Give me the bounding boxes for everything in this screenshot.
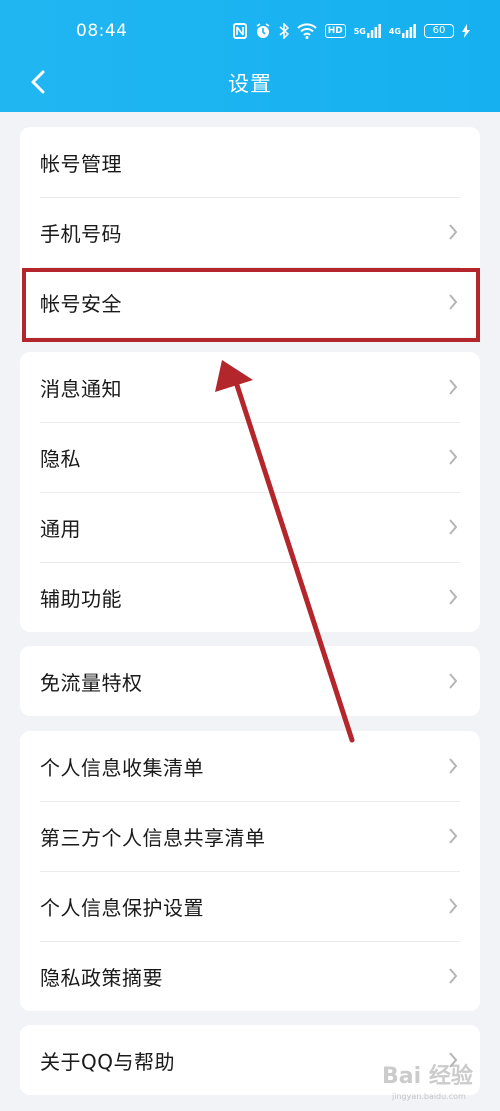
chevron-right-icon: [449, 379, 458, 395]
alarm-icon: [255, 22, 271, 40]
settings-item-label: 通用: [40, 516, 81, 541]
status-bar: 08:44 HD 5G 4G 60: [0, 16, 500, 48]
bluetooth-icon: [279, 22, 289, 40]
settings-item-general[interactable]: 通用: [20, 492, 480, 562]
watermark-logo: Bai 经验 jingyan.baidu.com: [378, 1050, 496, 1106]
status-time: 08:44: [76, 21, 128, 41]
settings-item-label: 免流量特权: [40, 670, 143, 695]
watermark-subtext: jingyan.baidu.com: [392, 1092, 466, 1101]
settings-item-label: 消息通知: [40, 376, 122, 401]
settings-item-privacy[interactable]: 隐私: [20, 422, 480, 492]
settings-group-general: 消息通知 隐私 通用 辅助功能: [20, 352, 480, 632]
settings-item-privacy-policy-summary[interactable]: 隐私政策摘要: [20, 941, 480, 1011]
settings-item-label: 个人信息收集清单: [40, 755, 204, 780]
charging-icon: [462, 22, 470, 40]
chevron-right-icon: [449, 828, 458, 844]
battery-icon: 60: [424, 24, 454, 38]
chevron-right-icon: [449, 449, 458, 465]
watermark-text: Bai 经验: [382, 1064, 473, 1089]
settings-item-label: 个人信息保护设置: [40, 895, 204, 920]
chevron-right-icon: [449, 968, 458, 984]
settings-item-account-management[interactable]: 帐号管理: [20, 127, 480, 197]
chevron-right-icon: [449, 898, 458, 914]
wifi-icon: [297, 22, 317, 40]
header: 08:44 HD 5G 4G 60 设置: [0, 0, 500, 112]
settings-item-label: 隐私政策摘要: [40, 965, 163, 990]
hd-badge: HD: [324, 24, 346, 38]
chevron-right-icon: [449, 224, 458, 240]
settings-group-personal-info: 个人信息收集清单 第三方个人信息共享清单 个人信息保护设置 隐私政策摘要: [20, 731, 480, 1011]
signal-4g-icon: 4G: [389, 22, 416, 40]
settings-item-free-data[interactable]: 免流量特权: [20, 646, 480, 716]
page-title: 设置: [228, 72, 272, 96]
settings-item-label: 隐私: [40, 446, 81, 471]
signal-4g-label: 4G: [388, 26, 401, 36]
signal-5g-icon: 5G: [354, 22, 381, 40]
settings-item-label: 第三方个人信息共享清单: [40, 825, 266, 850]
settings-item-third-party-sharing[interactable]: 第三方个人信息共享清单: [20, 801, 480, 871]
chevron-right-icon: [449, 294, 458, 310]
status-icons: HD 5G 4G 60: [232, 22, 470, 40]
settings-item-label: 手机号码: [40, 221, 122, 246]
chevron-right-icon: [449, 758, 458, 774]
chevron-right-icon: [449, 589, 458, 605]
settings-item-notifications[interactable]: 消息通知: [20, 352, 480, 422]
settings-item-accessibility[interactable]: 辅助功能: [20, 562, 480, 632]
settings-item-label: 关于QQ与帮助: [40, 1049, 175, 1074]
settings-item-info-protection[interactable]: 个人信息保护设置: [20, 871, 480, 941]
nav-bar: 设置: [0, 58, 500, 106]
settings-item-account-security[interactable]: 帐号安全: [20, 267, 480, 337]
chevron-right-icon: [449, 519, 458, 535]
settings-group-data-privilege: 免流量特权: [20, 646, 480, 716]
chevron-right-icon: [449, 673, 458, 689]
nfc-icon: [232, 22, 247, 40]
settings-group-account: 帐号管理 手机号码 帐号安全: [20, 127, 480, 337]
settings-item-phone-number[interactable]: 手机号码: [20, 197, 480, 267]
settings-item-info-collection-list[interactable]: 个人信息收集清单: [20, 731, 480, 801]
settings-item-label: 帐号安全: [40, 291, 122, 316]
settings-item-label: 帐号管理: [40, 151, 122, 176]
settings-item-label: 辅助功能: [40, 586, 122, 611]
signal-5g-label: 5G: [353, 26, 366, 36]
